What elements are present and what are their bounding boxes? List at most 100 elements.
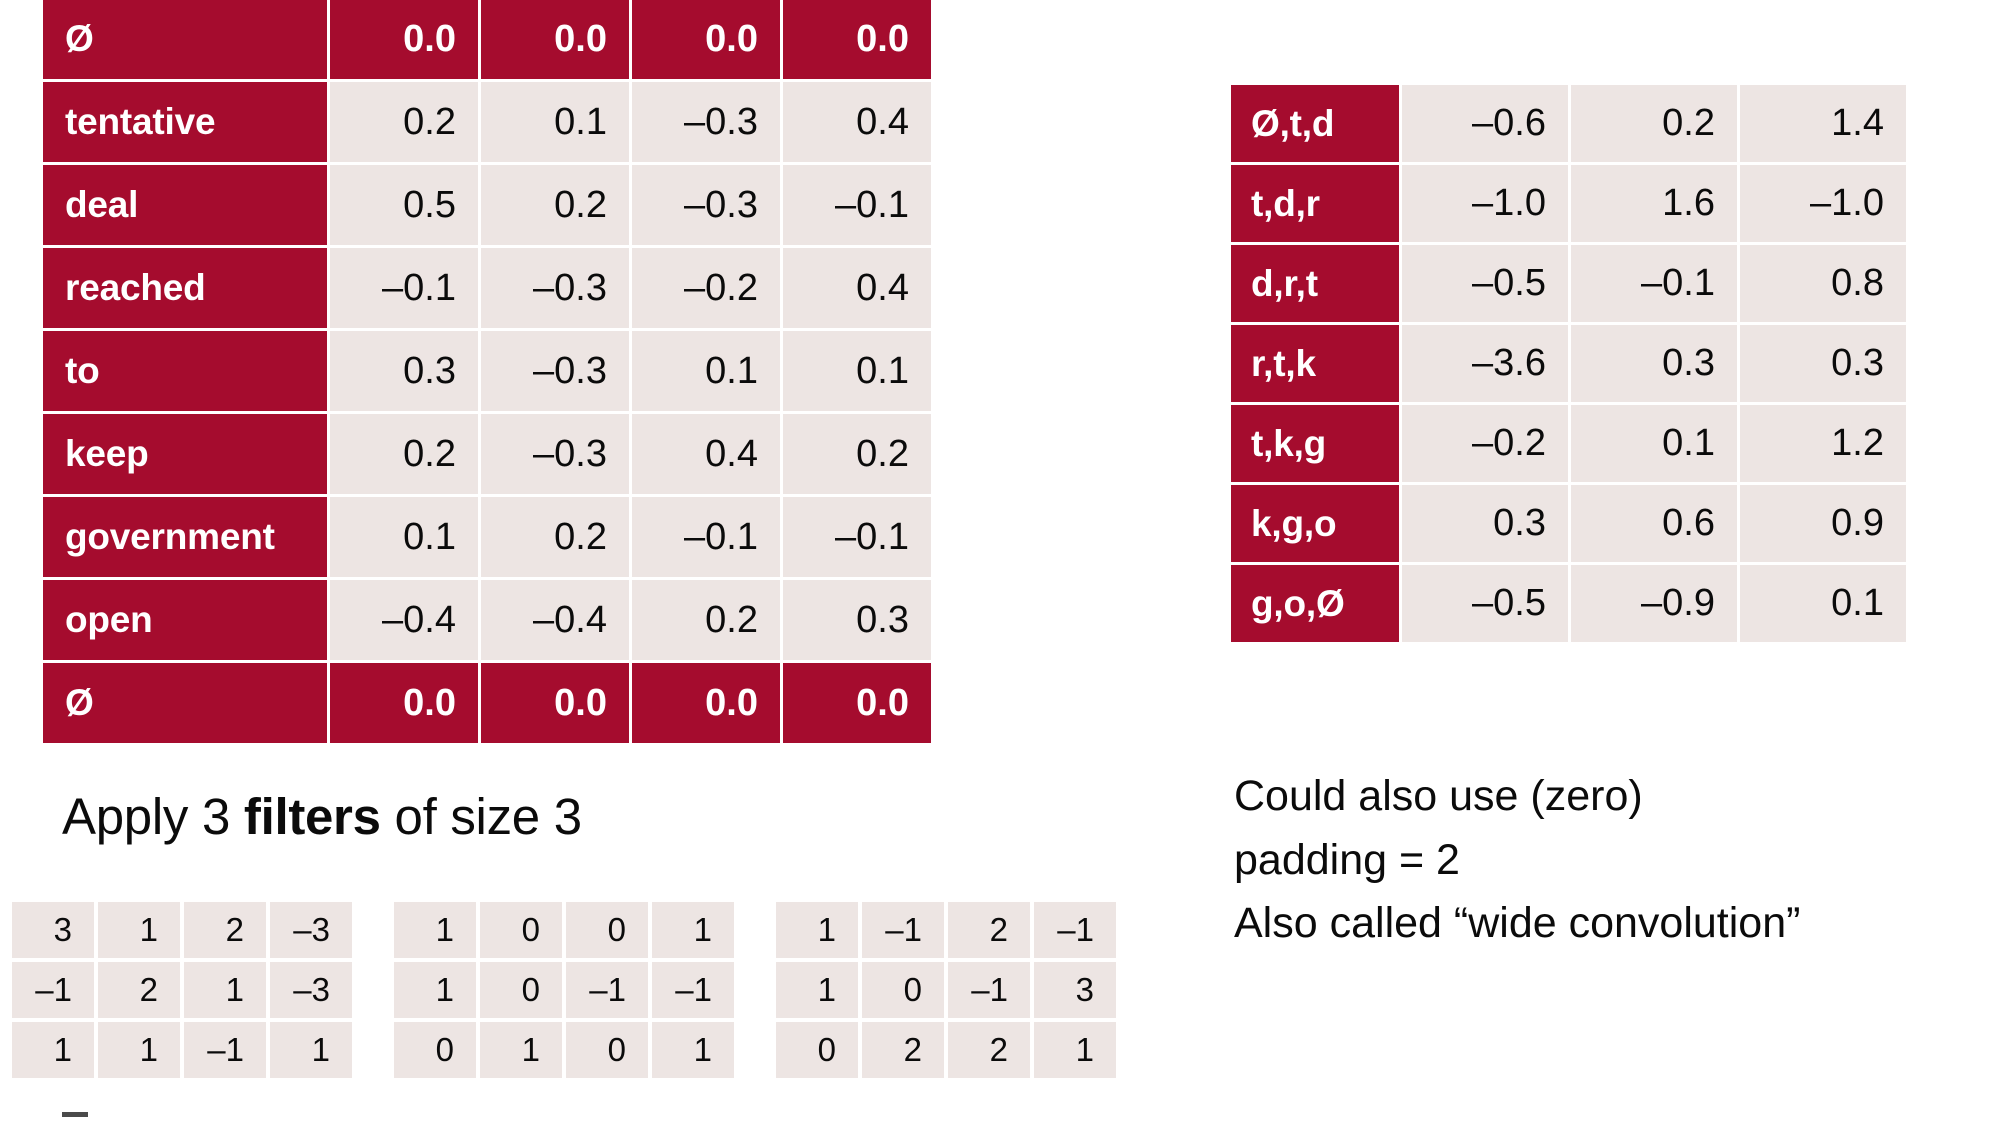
trigram-row: t,k,g –0.2 0.1 1.2 xyxy=(1231,405,1906,482)
filter-2-body: 1 0 0 1 1 0 –1 –1 0 1 0 1 xyxy=(394,902,734,1078)
embedding-cell: 0.2 xyxy=(330,82,478,162)
embedding-cell: –0.1 xyxy=(783,497,931,577)
trigram-cell: –0.5 xyxy=(1402,565,1568,642)
embedding-row: government 0.1 0.2 –0.1 –0.1 xyxy=(43,497,931,577)
apply-heading-part1: Apply 3 xyxy=(62,788,244,845)
filter-cell: 0 xyxy=(566,902,648,958)
apply-heading-bold: filters xyxy=(243,788,381,845)
filter-1-matrix: 3 1 2 –3 –1 2 1 –3 1 1 –1 1 xyxy=(8,898,356,1082)
trigram-row: g,o,Ø –0.5 –0.9 0.1 xyxy=(1231,565,1906,642)
embedding-cell: –0.1 xyxy=(330,248,478,328)
embedding-cell: 0.5 xyxy=(330,165,478,245)
trigram-cell: –3.6 xyxy=(1402,325,1568,402)
trigram-row-label: t,k,g xyxy=(1231,405,1399,482)
filter-cell: –1 xyxy=(1034,902,1116,958)
trigram-cell: –1.0 xyxy=(1740,165,1906,242)
trigram-cell: –0.9 xyxy=(1571,565,1737,642)
filter-cell: 1 xyxy=(12,1022,94,1078)
filter-cell: 1 xyxy=(480,1022,562,1078)
filter-row: –1 2 1 –3 xyxy=(12,962,352,1018)
embedding-row: tentative 0.2 0.1 –0.3 0.4 xyxy=(43,82,931,162)
embedding-cell: –0.3 xyxy=(481,414,629,494)
padding-notes: Could also use (zero) padding = 2 Also c… xyxy=(1234,765,1800,956)
filter-cell: 0 xyxy=(480,902,562,958)
filter-1-body: 3 1 2 –3 –1 2 1 –3 1 1 –1 1 xyxy=(12,902,352,1078)
embedding-cell: 0.0 xyxy=(481,0,629,79)
embedding-cell: 0.1 xyxy=(330,497,478,577)
filter-cell: 1 xyxy=(776,962,858,1018)
filter-cell: 2 xyxy=(862,1022,944,1078)
embedding-row-label: deal xyxy=(43,165,327,245)
embedding-row-label: government xyxy=(43,497,327,577)
embedding-row-label: Ø xyxy=(43,0,327,79)
trigram-cell: –0.2 xyxy=(1402,405,1568,482)
filter-cell: 0 xyxy=(480,962,562,1018)
embedding-row: keep 0.2 –0.3 0.4 0.2 xyxy=(43,414,931,494)
trigram-row-label: t,d,r xyxy=(1231,165,1399,242)
embedding-table-body: Ø 0.0 0.0 0.0 0.0 tentative 0.2 0.1 –0.3 0.4 deal 0… xyxy=(43,0,931,743)
filter-row: 0221 xyxy=(776,1022,1116,1078)
trigram-cell: 0.9 xyxy=(1740,485,1906,562)
filter-cell: 1 xyxy=(98,1022,180,1078)
embedding-cell: 0.0 xyxy=(330,663,478,743)
trigram-row-label: g,o,Ø xyxy=(1231,565,1399,642)
filter-cell: 1 xyxy=(394,902,476,958)
apply-filters-heading: Apply 3 filters of size 3 xyxy=(62,787,582,846)
embedding-cell: 0.2 xyxy=(783,414,931,494)
note-line-2: padding = 2 xyxy=(1234,835,1460,884)
embedding-cell: –0.4 xyxy=(330,580,478,660)
trigram-cell: 1.4 xyxy=(1740,85,1906,162)
embedding-row-label: to xyxy=(43,331,327,411)
embedding-cell: 0.3 xyxy=(783,580,931,660)
filter-row: 1001 xyxy=(394,902,734,958)
filter-cell: 3 xyxy=(1034,962,1116,1018)
embedding-cell: 0.0 xyxy=(783,0,931,79)
filter-cell: 1 xyxy=(184,962,266,1018)
trigram-row-label: d,r,t xyxy=(1231,245,1399,322)
embedding-cell: –0.1 xyxy=(632,497,780,577)
embedding-cell: –0.3 xyxy=(481,331,629,411)
embedding-cell: –0.1 xyxy=(783,165,931,245)
filter-cell: 2 xyxy=(948,902,1030,958)
embedding-row-label: Ø xyxy=(43,663,327,743)
filter-cell: 0 xyxy=(776,1022,858,1078)
filter-cell: 0 xyxy=(566,1022,648,1078)
filter-3-matrix: 1 –1 2 –1 1 0 –1 3 0 2 2 1 xyxy=(772,898,1120,1082)
trigram-table-body: Ø,t,d –0.6 0.2 1.4 t,d,r –1.0 1.6 –1.0 d,r,t –0.5… xyxy=(1231,85,1906,642)
trigram-cell: –0.5 xyxy=(1402,245,1568,322)
embedding-cell: 0.2 xyxy=(481,165,629,245)
filter-cell: –1 xyxy=(948,962,1030,1018)
filter-cell: –1 xyxy=(184,1022,266,1078)
filter-cell: 0 xyxy=(394,1022,476,1078)
embedding-row-label: tentative xyxy=(43,82,327,162)
embedding-cell: –0.3 xyxy=(632,82,780,162)
embedding-cell: 0.0 xyxy=(330,0,478,79)
filter-cell: 1 xyxy=(98,902,180,958)
embedding-row-label: keep xyxy=(43,414,327,494)
filter-cell: 2 xyxy=(98,962,180,1018)
trigram-cell: 0.1 xyxy=(1740,565,1906,642)
filter-row: 1 –1 2 –1 xyxy=(776,902,1116,958)
filter-cell: –3 xyxy=(270,962,352,1018)
filter-row: 1 0 –1 –1 xyxy=(394,962,734,1018)
trigram-cell: 0.3 xyxy=(1571,325,1737,402)
embedding-row: reached –0.1 –0.3 –0.2 0.4 xyxy=(43,248,931,328)
embedding-cell: 0.0 xyxy=(632,0,780,79)
trigram-row: r,t,k –3.6 0.3 0.3 xyxy=(1231,325,1906,402)
trigram-row: k,g,o 0.3 0.6 0.9 xyxy=(1231,485,1906,562)
filter-cell: –3 xyxy=(270,902,352,958)
trigram-row: Ø,t,d –0.6 0.2 1.4 xyxy=(1231,85,1906,162)
embedding-row: Ø 0.0 0.0 0.0 0.0 xyxy=(43,0,931,79)
filter-cell: 3 xyxy=(12,902,94,958)
trigram-row-label: r,t,k xyxy=(1231,325,1399,402)
embedding-cell: 0.1 xyxy=(632,331,780,411)
trigram-cell: –0.1 xyxy=(1571,245,1737,322)
stray-mark xyxy=(62,1112,88,1117)
embedding-matrix-table: Ø 0.0 0.0 0.0 0.0 tentative 0.2 0.1 –0.3 0.4 deal 0… xyxy=(40,0,934,746)
embedding-cell: 0.3 xyxy=(330,331,478,411)
embedding-cell: –0.4 xyxy=(481,580,629,660)
filter-cell: –1 xyxy=(862,902,944,958)
embedding-cell: –0.2 xyxy=(632,248,780,328)
embedding-row: to 0.3 –0.3 0.1 0.1 xyxy=(43,331,931,411)
trigram-cell: –0.6 xyxy=(1402,85,1568,162)
